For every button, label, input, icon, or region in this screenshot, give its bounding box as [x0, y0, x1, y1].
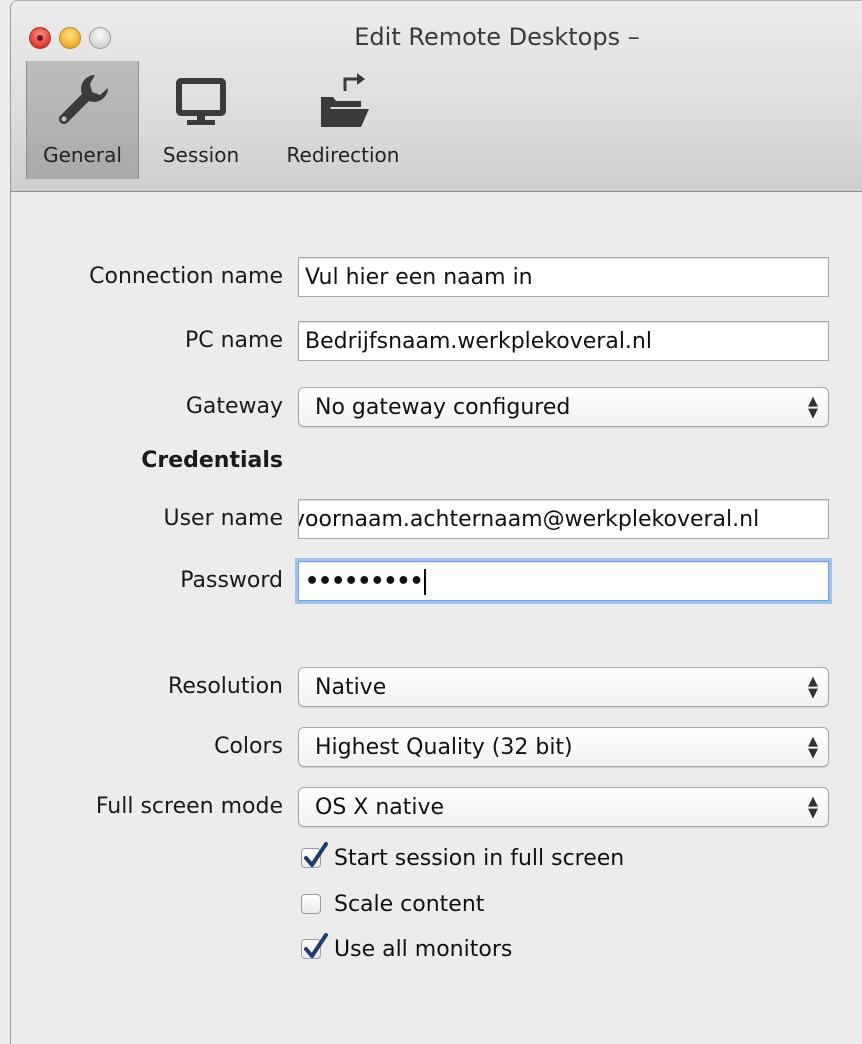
gateway-row: Gateway No gateway configured ▲ ▼ — [11, 387, 862, 435]
resolution-select-value: Native — [315, 675, 387, 700]
stepper-arrows-icon: ▲ ▼ — [808, 394, 818, 421]
toolbar: Edit Remote Desktops – General Session R… — [11, 1, 862, 192]
gateway-select-value: No gateway configured — [315, 395, 571, 420]
full-screen-mode-label: Full screen mode — [95, 794, 283, 819]
user-name-row: User name voornaam.achternaam@werkplekov… — [11, 499, 862, 547]
use-all-monitors-label: Use all monitors — [334, 937, 513, 962]
pc-name-field[interactable]: Bedrijfsnaam.werkplekoveral.nl — [298, 321, 829, 361]
colors-row: Colors Highest Quality (32 bit) ▲ ▼ — [11, 727, 862, 775]
connection-name-row: Connection name Vul hier een naam in — [11, 257, 862, 305]
tab-redirection[interactable]: Redirection — [279, 61, 407, 179]
tab-general[interactable]: General — [26, 61, 139, 179]
colors-label: Colors — [214, 734, 283, 759]
start-session-full-screen-label: Start session in full screen — [334, 846, 625, 871]
stepper-arrows-icon: ▲ ▼ — [808, 734, 818, 761]
stepper-arrows-icon: ▲ ▼ — [808, 674, 818, 701]
text-caret — [423, 569, 426, 595]
tab-redirection-label: Redirection — [286, 143, 400, 167]
resolution-label: Resolution — [168, 674, 283, 699]
pc-name-label: PC name — [184, 328, 283, 353]
gateway-label: Gateway — [185, 394, 283, 419]
full-screen-mode-row: Full screen mode OS X native ▲ ▼ — [11, 787, 862, 835]
window-title: Edit Remote Desktops – — [354, 23, 640, 51]
password-row: Password ••••••••• — [11, 561, 862, 609]
password-field[interactable]: ••••••••• — [298, 561, 829, 601]
user-name-value: voornaam.achternaam@werkplekoveral.nl — [298, 507, 760, 532]
checkbox-box[interactable] — [301, 842, 328, 868]
connection-name-label: Connection name — [89, 264, 283, 289]
stepper-arrows-icon: ▲ ▼ — [808, 794, 818, 821]
connection-name-field[interactable]: Vul hier een naam in — [298, 257, 829, 297]
checkbox-box[interactable] — [301, 894, 321, 914]
password-label: Password — [180, 568, 283, 593]
credentials-row: Credentials — [11, 441, 862, 489]
checkmark-icon — [304, 842, 328, 867]
checkbox-box[interactable] — [301, 933, 328, 959]
monitor-icon — [151, 69, 251, 136]
full-screen-mode-select-value: OS X native — [315, 795, 445, 820]
pc-name-row: PC name Bedrijfsnaam.werkplekoveral.nl — [11, 321, 862, 369]
edit-remote-desktops-window: Edit Remote Desktops – General Session R… — [10, 0, 862, 1044]
password-dots: ••••••••• — [305, 569, 424, 594]
tab-general-label: General — [43, 143, 122, 167]
full-screen-mode-select[interactable]: OS X native ▲ ▼ — [298, 787, 829, 827]
colors-select[interactable]: Highest Quality (32 bit) ▲ ▼ — [298, 727, 829, 767]
resolution-row: Resolution Native ▲ ▼ — [11, 667, 862, 715]
folder-redirect-icon — [279, 69, 407, 136]
wrench-icon — [26, 69, 139, 136]
scale-content-label: Scale content — [334, 892, 485, 917]
user-name-label: User name — [163, 506, 283, 531]
user-name-field[interactable]: voornaam.achternaam@werkplekoveral.nl — [298, 499, 829, 539]
resolution-select[interactable]: Native ▲ ▼ — [298, 667, 829, 707]
checkmark-icon — [304, 933, 328, 958]
tab-session-label: Session — [162, 143, 240, 167]
colors-select-value: Highest Quality (32 bit) — [315, 735, 573, 760]
gateway-select[interactable]: No gateway configured ▲ ▼ — [298, 387, 829, 427]
credentials-heading: Credentials — [141, 448, 283, 473]
tab-session[interactable]: Session — [151, 61, 251, 179]
